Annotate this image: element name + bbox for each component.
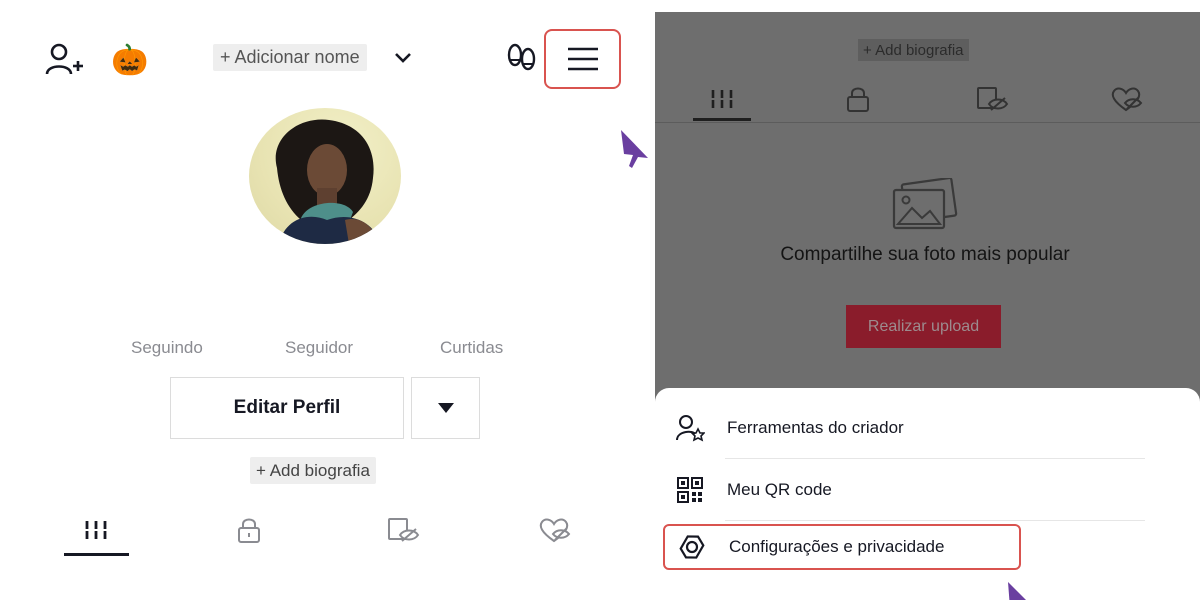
- tab-private-dimmed: [828, 79, 888, 119]
- grid-icon: [84, 521, 108, 539]
- active-tab-indicator: [64, 553, 129, 556]
- profile-menu-sheet: Ferramentas do criador Meu QR code Confi…: [655, 388, 1200, 600]
- following-label[interactable]: Seguindo: [131, 338, 203, 358]
- tab-reposts[interactable]: [373, 510, 433, 550]
- upload-button: Realizar upload: [846, 305, 1001, 348]
- hidden-heart-icon: [1111, 87, 1143, 112]
- creator-tools-icon: [675, 413, 705, 443]
- add-bio-button[interactable]: + Add biografia: [250, 457, 376, 484]
- menu-item-label: Meu QR code: [727, 480, 832, 499]
- menu-divider: [725, 520, 1145, 521]
- menu-divider: [725, 458, 1145, 459]
- add-bio-button-dimmed: + Add biografia: [858, 39, 969, 61]
- settings-gear-icon: [677, 532, 707, 562]
- hamburger-menu-button[interactable]: [544, 29, 621, 89]
- empty-state-message: Compartilhe sua foto mais popular: [780, 244, 1070, 265]
- add-name-button[interactable]: + Adicionar nome: [213, 44, 367, 71]
- menu-item-settings-privacy[interactable]: Configurações e privacidade: [663, 524, 1021, 570]
- pumpkin-icon: 🎃: [111, 42, 149, 78]
- profile-screen: 🎃 + Adicionar nome Seguindo Seguidor Cur…: [0, 0, 640, 600]
- tab-videos-grid[interactable]: [66, 510, 126, 550]
- qr-code-icon: [675, 475, 705, 505]
- menu-item-creator-tools[interactable]: Ferramentas do criador: [675, 400, 1171, 456]
- chevron-down-icon[interactable]: [390, 46, 416, 70]
- menu-item-label: Configurações e privacidade: [729, 537, 945, 556]
- followers-label[interactable]: Seguidor: [285, 338, 353, 358]
- lock-icon: [847, 87, 869, 112]
- hidden-repost-icon: [977, 87, 1009, 111]
- edit-profile-button[interactable]: Editar Perfil: [170, 377, 404, 439]
- active-tab-indicator-dimmed: [693, 118, 751, 121]
- footprints-icon[interactable]: [502, 40, 542, 76]
- grid-icon: [710, 90, 734, 108]
- hamburger-menu-icon: [567, 47, 598, 71]
- tab-divider: [655, 122, 1200, 123]
- hidden-heart-icon: [539, 518, 571, 543]
- avatar[interactable]: [249, 108, 401, 244]
- hidden-repost-icon: [388, 518, 420, 542]
- cursor-pointer-icon: [618, 128, 654, 170]
- menu-item-qr-code[interactable]: Meu QR code: [675, 462, 1171, 518]
- caret-down-icon: [437, 403, 454, 413]
- tab-private[interactable]: [219, 510, 279, 550]
- profile-menu-screen: + Add biografia Compartilhe sua foto mai…: [655, 12, 1200, 600]
- cursor-pointer-icon: [1004, 578, 1040, 600]
- suggested-accounts-toggle[interactable]: [411, 377, 480, 439]
- tab-videos-grid-dimmed: [692, 79, 752, 119]
- add-user-icon[interactable]: [42, 40, 86, 80]
- menu-item-label: Ferramentas do criador: [727, 418, 904, 437]
- likes-label: Curtidas: [440, 338, 504, 357]
- tab-reposts-dimmed: [962, 79, 1022, 119]
- lock-icon: [238, 518, 260, 543]
- tab-liked-dimmed: [1096, 79, 1156, 119]
- tab-liked[interactable]: [524, 510, 584, 550]
- photo-gallery-icon: [890, 176, 958, 232]
